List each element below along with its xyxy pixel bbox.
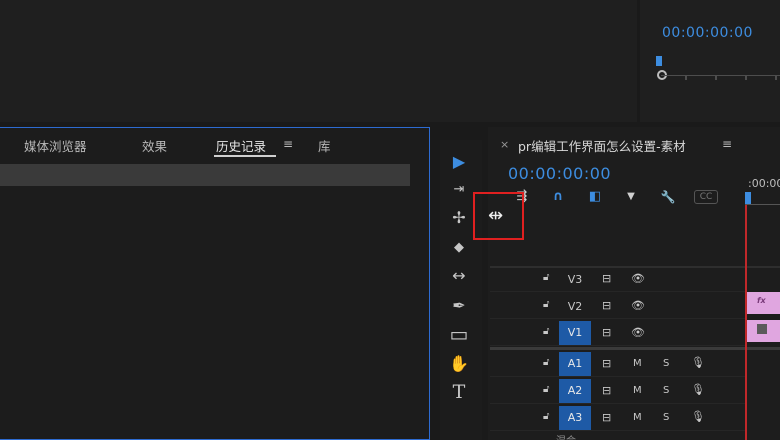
razor-tool-icon[interactable]: ◆ <box>447 236 471 260</box>
track-target-a1[interactable]: A1 <box>559 352 591 376</box>
close-icon[interactable]: × <box>500 138 509 151</box>
eye-icon[interactable]: 👁︎ <box>631 299 645 312</box>
solo-button[interactable]: S <box>663 412 669 423</box>
lock-icon[interactable]: 🔓︎ <box>543 411 549 422</box>
history-list-item[interactable] <box>0 164 410 186</box>
timeline-sequence-tab[interactable]: pr编辑工作界面怎么设置-素材 <box>518 136 686 155</box>
type-tool-icon[interactable]: T <box>447 380 471 404</box>
timeline-ruler[interactable] <box>745 204 780 205</box>
tab-effects[interactable]: 效果 <box>142 136 167 155</box>
track-row-a3[interactable] <box>490 405 745 431</box>
track-select-tool-icon[interactable]: ⇥ <box>447 178 471 202</box>
history-menu-icon[interactable]: ≡ <box>283 137 293 151</box>
track-row-v1[interactable] <box>490 320 745 346</box>
track-target-a3[interactable]: A3 <box>559 406 591 430</box>
solo-button[interactable]: S <box>663 358 669 369</box>
mute-button[interactable]: M <box>633 358 642 369</box>
track-target-v2[interactable]: V2 <box>559 295 591 319</box>
sync-lock-icon[interactable]: ⊟ <box>602 272 611 285</box>
mute-button[interactable]: M <box>633 385 642 396</box>
track-target-a2[interactable]: A2 <box>559 379 591 403</box>
video-audio-divider[interactable] <box>490 347 780 350</box>
sync-lock-icon[interactable]: ⊟ <box>602 357 611 370</box>
microphone-icon[interactable]: 🎙︎ <box>691 356 705 369</box>
lock-icon[interactable]: 🔓︎ <box>543 272 549 283</box>
tab-library[interactable]: 库 <box>318 136 331 155</box>
slip-tool-icon[interactable]: ↔ <box>447 264 471 288</box>
microphone-icon[interactable]: 🎙︎ <box>691 410 705 423</box>
timeline-menu-icon[interactable]: ≡ <box>722 137 732 151</box>
track-row-v2[interactable] <box>490 293 745 319</box>
sync-lock-icon[interactable]: ⊟ <box>602 326 611 339</box>
solo-button[interactable]: S <box>663 385 669 396</box>
pen-tool-icon[interactable]: ✒ <box>447 294 471 318</box>
add-marker-icon[interactable]: ▼ <box>621 188 641 206</box>
tab-media-browser[interactable]: 媒体浏览器 <box>24 136 87 155</box>
source-monitor-panel <box>0 0 637 122</box>
track-row-v3[interactable] <box>490 266 745 292</box>
timeline-timecode[interactable]: 00:00:00:00 <box>508 164 611 183</box>
lock-icon[interactable]: 🔓︎ <box>543 299 549 310</box>
track-target-v3[interactable]: V3 <box>559 268 591 292</box>
lock-icon[interactable]: 🔓︎ <box>543 326 549 337</box>
ripple-edit-tool-icon[interactable]: ✢ <box>447 206 471 230</box>
sync-lock-icon[interactable]: ⊟ <box>602 411 611 424</box>
captions-icon[interactable]: CC <box>694 190 718 204</box>
lock-icon[interactable]: 🔓︎ <box>543 357 549 368</box>
resize-cursor-icon: ⇹ <box>488 205 504 226</box>
snap-icon[interactable]: ∩ <box>548 188 568 206</box>
eye-icon[interactable]: 👁︎ <box>631 326 645 339</box>
active-tab-underline <box>214 155 276 157</box>
selection-tool-icon[interactable]: ▶ <box>447 150 471 174</box>
microphone-icon[interactable]: 🎙︎ <box>691 383 705 396</box>
track-target-v1[interactable]: V1 <box>559 321 591 345</box>
eye-icon[interactable]: 👁︎ <box>631 272 645 285</box>
track-row-a2[interactable] <box>490 378 745 404</box>
program-playhead[interactable] <box>656 56 662 66</box>
playhead-line[interactable] <box>745 205 747 440</box>
master-track-label: 混合 <box>556 432 576 440</box>
sync-lock-icon[interactable]: ⊟ <box>602 299 611 312</box>
settings-wrench-icon[interactable]: 🔧 <box>658 188 678 206</box>
clip-thumbnail-icon <box>757 324 767 334</box>
hand-tool-icon[interactable]: ✋ <box>447 352 471 376</box>
program-timecode[interactable]: 00:00:00:00 <box>662 25 753 41</box>
tab-history[interactable]: 历史记录 <box>216 136 266 155</box>
sync-lock-icon[interactable]: ⊟ <box>602 384 611 397</box>
linked-selection-icon[interactable]: ◧ <box>585 188 605 206</box>
mute-button[interactable]: M <box>633 412 642 423</box>
timeline-playhead[interactable] <box>745 192 751 204</box>
track-row-a1[interactable] <box>490 351 745 377</box>
program-ruler[interactable] <box>655 66 780 84</box>
lock-icon[interactable]: 🔓︎ <box>543 384 549 395</box>
ruler-time-label: :00:00 <box>748 177 780 190</box>
clip-fx-badge: fx <box>757 296 766 305</box>
rectangle-tool-icon[interactable]: ▭ <box>447 322 471 346</box>
